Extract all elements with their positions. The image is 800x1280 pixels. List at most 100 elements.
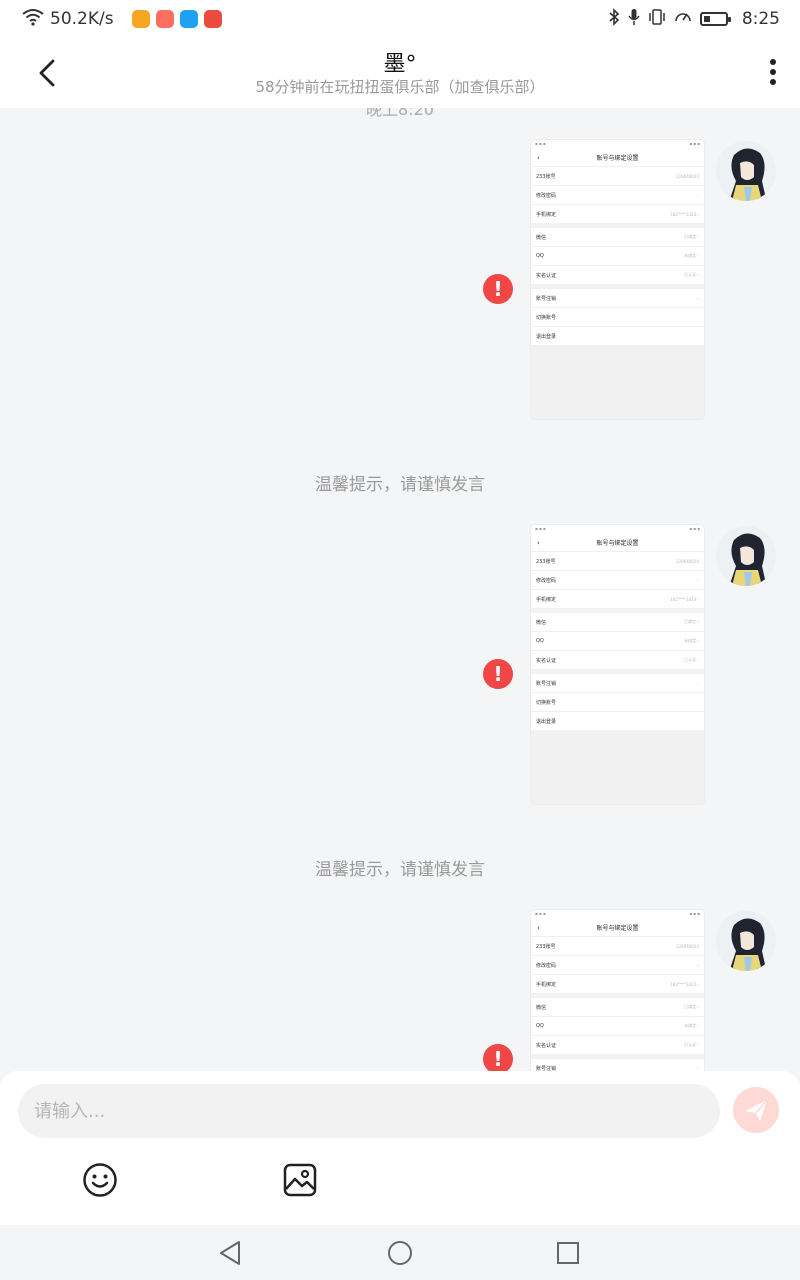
thumb-row: QQ 未绑定 › [531,631,704,650]
thumb-row-label: 实名认证 [536,1042,557,1049]
thumb-row: QQ 未绑定 › [531,1016,704,1035]
chat-header: 墨° 58分钟前在玩扭扭蛋俱乐部（加查俱乐部） [0,38,800,108]
thumb-row-label: 微信 [536,619,547,626]
safety-tip: 温馨提示，请谨慎发言 [315,860,485,880]
emoji-button[interactable] [82,1162,118,1198]
thumb-row-value: 182****3423 › [670,211,699,217]
wifi-icon [22,8,44,31]
thumb-row-value: 229648020 [676,943,699,949]
thumb-row: 修改密码 › [531,185,704,204]
status-bar: 50.2K/s 8:25 [0,0,800,38]
thumb-row-value: 已认证 › [684,272,699,277]
more-options-button[interactable] [766,54,780,90]
thumb-row-label: 切换账号 [536,699,557,706]
thumb-header: ‹ 账号与绑定设置 [531,536,704,551]
thumb-row: 微信 已绑定 › [531,997,704,1016]
thumb-nav-bar: ◁○□ [531,800,704,804]
thumb-status-bar: ▪ ▪ ▪ ▪ ▪ ▪ [535,911,700,916]
online-status: 58分钟前在玩扭扭蛋俱乐部（加查俱乐部） [255,78,545,96]
thumb-row-label: QQ [536,253,544,259]
image-message[interactable]: ▪ ▪ ▪ ▪ ▪ ▪ ‹ 账号与绑定设置 233账号 229648020 修改密码 › 手机绑… [531,910,704,1071]
image-message[interactable]: ▪ ▪ ▪ ▪ ▪ ▪ ‹ 账号与绑定设置 233账号 229648020 修改密码 › 手机绑… [531,525,704,804]
send-failed-icon[interactable]: ! [483,274,513,304]
input-panel [0,1071,800,1225]
thumb-row: 账号注销 › [531,1058,704,1071]
avatar[interactable] [716,911,776,971]
thumb-row-label: QQ [536,638,544,644]
page-title: 墨° [383,52,417,77]
thumb-row: 微信 已绑定 › [531,612,704,631]
thumb-row: 切换账号 [531,307,704,326]
thumb-row-label: 233账号 [536,558,556,565]
thumb-row-value: 已绑定 › [684,234,699,239]
thumb-row: 修改密码 › [531,570,704,589]
send-failed-icon[interactable]: ! [483,659,513,689]
thumb-row: 修改密码 › [531,955,704,974]
message-timestamp: 晚上8:20 [366,108,434,119]
nav-home-button[interactable] [387,1240,413,1266]
circle-home-icon [388,1241,412,1265]
vibrate-icon [648,8,666,31]
nav-back-button[interactable] [217,1240,243,1266]
thumb-row-value: 未绑定 › [684,253,699,258]
nav-recents-button[interactable] [555,1240,581,1266]
send-icon [745,1099,768,1121]
thumb-row-value: 已认证 › [684,657,699,662]
thumb-row-label: 修改密码 [536,577,557,584]
avatar[interactable] [716,526,776,586]
thumb-row: 手机绑定 182****3423 › [531,204,704,223]
smiley-icon [83,1163,117,1197]
thumb-header: ‹ 账号与绑定设置 [531,151,704,166]
avatar-image [716,526,776,586]
thumb-row: 账号注销 › [531,673,704,692]
thumb-row: 手机绑定 182****3423 › [531,589,704,608]
send-failed-icon[interactable]: ! [483,1044,513,1071]
system-nav-bar [0,1225,800,1280]
thumb-row: 微信 已绑定 › [531,227,704,246]
thumb-row-label: 账号注销 [536,680,557,687]
avatar[interactable] [716,141,776,201]
thumb-title: 账号与绑定设置 [596,540,639,547]
thumb-status-bar: ▪ ▪ ▪ ▪ ▪ ▪ [535,141,700,146]
image-message[interactable]: ▪ ▪ ▪ ▪ ▪ ▪ ‹ 账号与绑定设置 233账号 229648020 修改密码 › 手机绑… [531,140,704,419]
thumb-row-label: 退出登录 [536,333,557,340]
thumb-row: 实名认证 已认证 › [531,1035,704,1054]
clock: 8:25 [741,9,780,29]
thumb-status-bar: ▪ ▪ ▪ ▪ ▪ ▪ [535,526,700,531]
thumb-row-label: QQ [536,1023,544,1029]
send-button[interactable] [733,1087,779,1133]
thumb-header: ‹ 账号与绑定设置 [531,921,704,936]
thumb-row-label: 手机绑定 [536,211,557,218]
app-notification-icon [131,10,150,28]
thumb-row-value: › [697,577,699,583]
thumb-row-value: › [697,962,699,968]
thumb-row: QQ 未绑定 › [531,246,704,265]
thumb-row: 账号注销 › [531,288,704,307]
battery-icon [699,12,731,26]
thumb-row: 233账号 229648020 [531,936,704,955]
thumb-row-value: 182****3423 › [670,981,699,987]
image-icon [283,1163,317,1197]
chat-messages[interactable]: 晚上8:20 ! ▪ ▪ ▪ ▪ ▪ ▪ ‹ 账号与绑定设置 233账号 22964802… [0,108,800,1071]
thumb-row-value: 未绑定 › [684,638,699,643]
thumb-row-label: 233账号 [536,173,556,180]
thumb-row-value: 182****3423 › [670,596,699,602]
thumb-row-label: 微信 [536,1004,547,1011]
thumb-row-label: 账号注销 [536,295,557,302]
thumb-row: 手机绑定 182****3423 › [531,974,704,993]
speedometer-icon [674,8,692,31]
thumb-row-label: 退出登录 [536,718,557,725]
thumb-row-label: 手机绑定 [536,981,557,988]
avatar-image [716,911,776,971]
thumb-row-label: 实名认证 [536,272,557,279]
microphone-icon [628,8,640,31]
thumb-row: 实名认证 已认证 › [531,265,704,284]
thumb-row: 233账号 229648020 [531,551,704,570]
thumb-title: 账号与绑定设置 [596,925,639,932]
app-notification-icon [155,10,174,28]
thumb-row-value: › [697,680,699,686]
image-button[interactable] [282,1162,318,1198]
thumb-row-value: 已绑定 › [684,1004,699,1009]
thumb-nav-bar: ◁○□ [531,415,704,419]
message-input[interactable] [18,1084,720,1138]
